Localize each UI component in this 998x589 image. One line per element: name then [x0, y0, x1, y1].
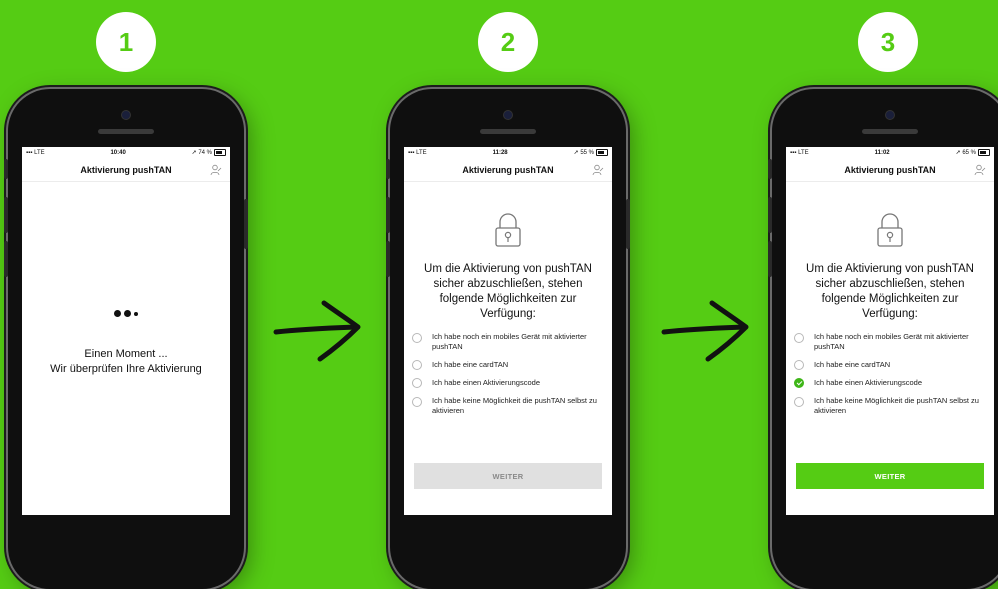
weiter-button[interactable]: WEITER: [414, 463, 602, 489]
signal-indicator: ▪▪▪ LTE: [408, 150, 427, 156]
speaker: [480, 129, 536, 134]
screen: ▪▪▪ LTE 11:02 ➚ 65 % Aktivierung pushTAN…: [786, 147, 994, 515]
option-activation-code[interactable]: Ich habe einen Aktivierungscode: [794, 378, 986, 388]
step-badge-3: 3: [858, 12, 918, 72]
option-cardtan[interactable]: Ich habe eine cardTAN: [794, 360, 986, 370]
status-bar: ▪▪▪ LTE 11:02 ➚ 65 %: [786, 147, 994, 159]
user-edit-icon[interactable]: [592, 164, 604, 176]
option-no-possibility[interactable]: Ich habe keine Möglichkeit die pushTAN s…: [794, 396, 986, 416]
radio-button[interactable]: [412, 397, 422, 407]
radio-button-checked[interactable]: [794, 378, 804, 388]
phone-step-2: ▪▪▪ LTE 11:28 ➚ 55 % Aktivierung pushTAN…: [386, 89, 630, 589]
option-label: Ich habe einen Aktivierungscode: [814, 378, 922, 387]
arrow-right-icon: [661, 300, 749, 362]
loading-dots-icon: [22, 310, 230, 317]
intro-text: Um die Aktivierung von pushTAN sicher ab…: [424, 263, 592, 320]
status-bar: ▪▪▪ LTE 11:28 ➚ 55 %: [404, 147, 612, 159]
radio-button[interactable]: [412, 378, 422, 388]
page-title: Aktivierung pushTAN: [462, 165, 554, 175]
nav-bar: Aktivierung pushTAN: [404, 159, 612, 182]
option-list: Ich habe noch ein mobiles Gerät mit akti…: [412, 332, 604, 416]
battery-indicator: ➚ 65 %: [956, 149, 990, 157]
nav-bar: Aktivierung pushTAN: [786, 159, 994, 182]
phone-step-1: ▪▪▪ LTE 10:40 ➚ 74 % Aktivierung pushTAN…: [4, 89, 248, 589]
page-title: Aktivierung pushTAN: [844, 165, 936, 175]
battery-indicator: ➚ 55 %: [574, 149, 608, 157]
speaker: [862, 129, 918, 134]
signal-indicator: ▪▪▪ LTE: [790, 150, 809, 156]
lock-icon: [786, 212, 994, 248]
option-label: Ich habe noch ein mobiles Gerät mit akti…: [814, 332, 969, 351]
camera: [122, 111, 130, 119]
option-label: Ich habe eine cardTAN: [814, 360, 891, 369]
speaker: [98, 129, 154, 134]
radio-button[interactable]: [794, 333, 804, 343]
status-bar: ▪▪▪ LTE 10:40 ➚ 74 %: [22, 147, 230, 159]
radio-button[interactable]: [412, 360, 422, 370]
status-time: 10:40: [110, 150, 126, 156]
option-cardtan[interactable]: Ich habe eine cardTAN: [412, 360, 604, 370]
loading-line-2: Wir überprüfen Ihre Aktivierung: [50, 363, 202, 375]
option-list: Ich habe noch ein mobiles Gerät mit akti…: [794, 332, 986, 416]
option-label: Ich habe noch ein mobiles Gerät mit akti…: [432, 332, 587, 351]
status-time: 11:28: [492, 150, 508, 156]
option-mobile-device[interactable]: Ich habe noch ein mobiles Gerät mit akti…: [412, 332, 604, 352]
step-badge-2: 2: [478, 12, 538, 72]
screen: ▪▪▪ LTE 11:28 ➚ 55 % Aktivierung pushTAN…: [404, 147, 612, 515]
option-label: Ich habe keine Möglichkeit die pushTAN s…: [814, 396, 979, 415]
step-badge-1: 1: [96, 12, 156, 72]
arrow-right-icon: [273, 300, 361, 362]
battery-indicator: ➚ 74 %: [192, 149, 226, 157]
phone-step-3: ▪▪▪ LTE 11:02 ➚ 65 % Aktivierung pushTAN…: [768, 89, 998, 589]
option-label: Ich habe keine Möglichkeit die pushTAN s…: [432, 396, 597, 415]
weiter-button[interactable]: WEITER: [796, 463, 984, 489]
user-edit-icon[interactable]: [974, 164, 986, 176]
option-activation-code[interactable]: Ich habe einen Aktivierungscode: [412, 378, 604, 388]
lock-icon: [404, 212, 612, 248]
loading-view: Einen Moment ... Wir überprüfen Ihre Akt…: [22, 310, 230, 377]
page-title: Aktivierung pushTAN: [80, 165, 172, 175]
screen: ▪▪▪ LTE 10:40 ➚ 74 % Aktivierung pushTAN…: [22, 147, 230, 515]
loading-line-1: Einen Moment ...: [84, 348, 168, 360]
option-label: Ich habe eine cardTAN: [432, 360, 509, 369]
intro-text: Um die Aktivierung von pushTAN sicher ab…: [806, 263, 974, 320]
signal-indicator: ▪▪▪ LTE: [26, 150, 45, 156]
option-label: Ich habe einen Aktivierungscode: [432, 378, 540, 387]
loading-message: Einen Moment ... Wir überprüfen Ihre Akt…: [22, 347, 230, 377]
radio-button[interactable]: [412, 333, 422, 343]
option-mobile-device[interactable]: Ich habe noch ein mobiles Gerät mit akti…: [794, 332, 986, 352]
camera: [504, 111, 512, 119]
radio-button[interactable]: [794, 360, 804, 370]
nav-bar: Aktivierung pushTAN: [22, 159, 230, 182]
option-no-possibility[interactable]: Ich habe keine Möglichkeit die pushTAN s…: [412, 396, 604, 416]
radio-button[interactable]: [794, 397, 804, 407]
camera: [886, 111, 894, 119]
user-edit-icon[interactable]: [210, 164, 222, 176]
status-time: 11:02: [874, 150, 890, 156]
